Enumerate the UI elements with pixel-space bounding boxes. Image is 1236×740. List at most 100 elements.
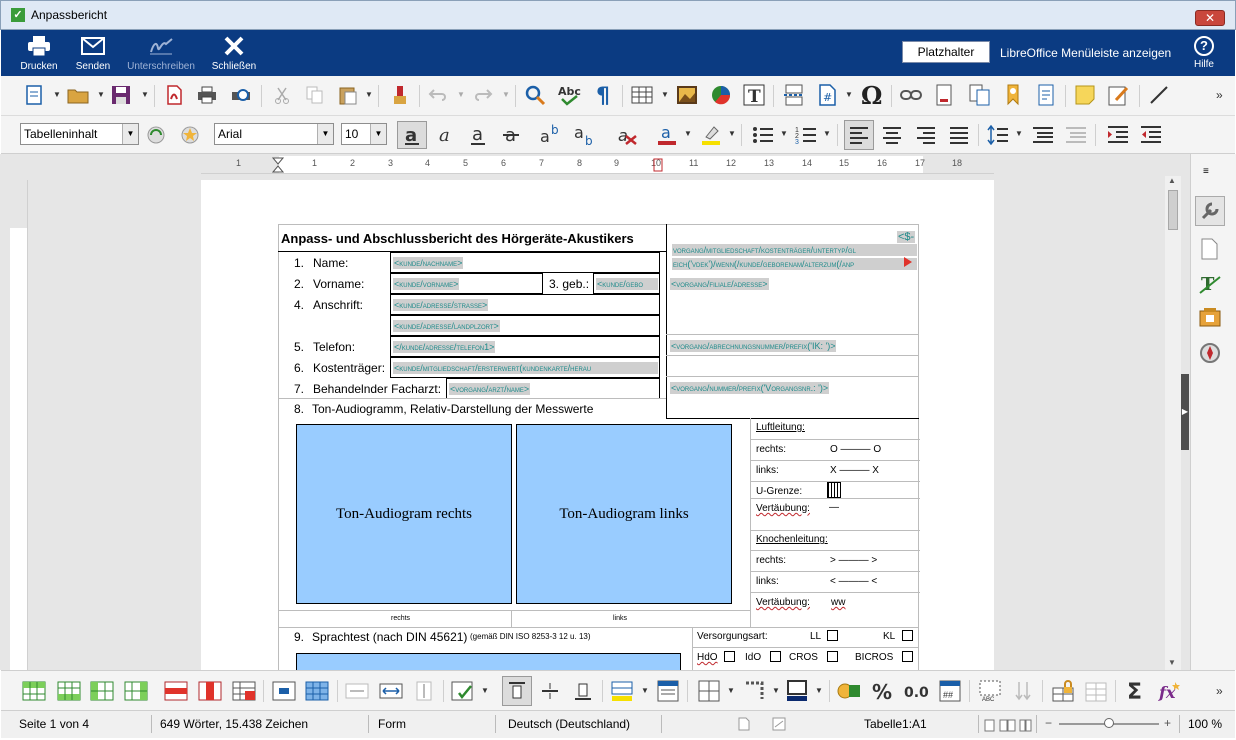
align-bottom-button[interactable] xyxy=(570,678,596,704)
chevron-down-icon[interactable]: ▼ xyxy=(317,124,333,144)
select-cell-icon[interactable] xyxy=(271,678,297,704)
template-field[interactable]: <kunde/mitgliedschaft/ersterwert(kundenk… xyxy=(393,362,658,374)
number-format-dialog-icon[interactable]: ## xyxy=(937,678,963,704)
digital-signature-icon[interactable] xyxy=(772,717,786,731)
supply-cros-checkbox[interactable] xyxy=(827,651,838,662)
scroll-up-arrow-icon[interactable]: ▲ xyxy=(1168,176,1176,185)
increase-paragraph-spacing-icon[interactable] xyxy=(1030,122,1056,148)
template-field[interactable]: <kunde/vorname> xyxy=(393,278,460,290)
audiogram-right-placeholder[interactable]: Ton-Audiogram rechts xyxy=(296,424,512,604)
comment-page-icon[interactable] xyxy=(1033,82,1059,108)
select-table-icon[interactable] xyxy=(304,678,330,704)
speech-test-placeholder[interactable] xyxy=(296,653,681,670)
underline-button[interactable]: a xyxy=(465,122,491,148)
align-center-button[interactable] xyxy=(879,122,905,148)
highlight-color-icon[interactable] xyxy=(698,122,724,148)
font-name-combo[interactable]: Arial ▼ xyxy=(214,123,334,145)
scroll-down-arrow-icon[interactable]: ▼ xyxy=(1168,658,1176,667)
template-field[interactable]: <kunde/adresse/landplzort> xyxy=(393,320,500,332)
insert-comment-note-icon[interactable] xyxy=(1072,82,1098,108)
border-color-icon[interactable] xyxy=(784,678,810,704)
borders-icon[interactable] xyxy=(696,678,722,704)
vertical-scrollbar[interactable]: ▲ ▼ xyxy=(1165,176,1181,670)
protect-table-lock-icon[interactable] xyxy=(1050,678,1076,704)
bullet-list-icon[interactable] xyxy=(750,122,776,148)
formatting-marks-pilcrow-icon[interactable]: ¶ xyxy=(590,82,616,108)
bold-button[interactable]: a xyxy=(397,121,427,149)
number-format-percent-icon[interactable]: % xyxy=(869,678,895,704)
borders-dropdown-arrow-icon[interactable]: ▼ xyxy=(727,686,735,695)
paste-clipboard-icon[interactable] xyxy=(335,82,361,108)
chevron-down-icon[interactable]: ▼ xyxy=(370,124,386,144)
protect-cells-icon[interactable] xyxy=(450,678,476,704)
template-field[interactable]: <kunde/gebo xyxy=(596,278,658,290)
template-field[interactable]: </kunde/adresse/telefon1> xyxy=(393,341,496,353)
special-character-omega-icon[interactable]: Ω xyxy=(858,82,884,108)
ruler-indent-marker-icon[interactable] xyxy=(271,157,285,173)
clone-formatting-brush-icon[interactable] xyxy=(387,82,413,108)
table-toolbar-overflow-chevron-icon[interactable]: » xyxy=(1216,684,1223,698)
font-color-icon[interactable]: a xyxy=(654,122,680,148)
template-field[interactable]: <vorgang/abrechnungsnummer/prefix('IK: '… xyxy=(670,340,837,352)
undo-dropdown-arrow-icon[interactable]: ▼ xyxy=(457,90,465,99)
delete-columns-icon[interactable] xyxy=(197,678,223,704)
table-dropdown-arrow-icon[interactable]: ▼ xyxy=(661,90,669,99)
redo-dropdown-arrow-icon[interactable]: ▼ xyxy=(502,90,510,99)
navigator-compass-icon[interactable] xyxy=(1199,342,1221,364)
sum-sigma-icon[interactable]: Σ xyxy=(1123,678,1149,704)
delete-table-icon[interactable] xyxy=(231,678,257,704)
show-menu-link[interactable]: LibreOffice Menüleiste anzeigen xyxy=(1000,46,1171,60)
background-color-dropdown-arrow-icon[interactable]: ▼ xyxy=(641,686,649,695)
table-cell-background-color-icon[interactable] xyxy=(609,678,635,704)
cross-reference-icon[interactable] xyxy=(966,82,992,108)
superscript-button[interactable]: ab xyxy=(538,122,564,148)
bookmark-icon[interactable] xyxy=(1000,82,1026,108)
track-changes-icon[interactable] xyxy=(1106,82,1132,108)
help-button[interactable]: ? Hilfe xyxy=(1189,36,1219,70)
sidebar-collapse-handle[interactable]: ▶ xyxy=(1181,374,1189,450)
decrease-paragraph-spacing-icon[interactable] xyxy=(1063,122,1089,148)
status-page-style[interactable]: Form xyxy=(378,717,406,731)
insert-chart-icon[interactable] xyxy=(708,82,734,108)
bullet-dropdown-arrow-icon[interactable]: ▼ xyxy=(780,129,788,138)
paste-dropdown-arrow-icon[interactable]: ▼ xyxy=(365,90,373,99)
cut-scissors-icon[interactable] xyxy=(269,82,295,108)
template-field[interactable]: <kunde/nachname> xyxy=(393,257,464,269)
horizontal-ruler[interactable]: 1 1 2 3 4 5 6 7 8 9 10 11 12 13 14 15 16… xyxy=(201,156,994,174)
styles-icon[interactable]: T xyxy=(1199,272,1221,295)
export-pdf-icon[interactable] xyxy=(161,82,187,108)
unprotect-table-icon[interactable] xyxy=(1083,678,1109,704)
insert-field-icon[interactable]: # xyxy=(814,82,840,108)
find-replace-icon[interactable] xyxy=(522,82,548,108)
redo-icon[interactable] xyxy=(470,82,496,108)
paragraph-style-combo[interactable]: Tabelleninhalt ▼ xyxy=(20,123,139,145)
insert-page-break-icon[interactable] xyxy=(781,82,807,108)
properties-wrench-icon[interactable] xyxy=(1195,196,1225,226)
zoom-slider-thumb[interactable] xyxy=(1104,718,1114,728)
scrollbar-thumb[interactable] xyxy=(1168,190,1178,230)
open-folder-icon[interactable] xyxy=(65,82,91,108)
clear-formatting-icon[interactable]: a xyxy=(614,122,640,148)
new-document-icon[interactable] xyxy=(21,82,47,108)
status-word-count[interactable]: 649 Wörter, 15.438 Zeichen xyxy=(160,717,308,731)
insert-textbox-icon[interactable]: T xyxy=(741,82,767,108)
insert-rows-above-icon[interactable] xyxy=(21,678,47,704)
supply-hdo-checkbox[interactable] xyxy=(724,651,735,662)
insert-columns-before-icon[interactable] xyxy=(89,678,115,704)
document-page[interactable]: Anpass- und Abschlussbericht des Hörgerä… xyxy=(201,180,994,670)
spelling-abc-icon[interactable]: Abc xyxy=(556,82,582,108)
merge-cells-icon[interactable] xyxy=(344,678,370,704)
open-dropdown-arrow-icon[interactable]: ▼ xyxy=(97,90,105,99)
justify-button[interactable] xyxy=(946,122,972,148)
numbered-list-icon[interactable]: 123 xyxy=(793,122,819,148)
print-button[interactable]: Drucken xyxy=(11,34,67,72)
autoformat-table-icon[interactable]: ABC xyxy=(977,678,1003,704)
font-color-dropdown-arrow-icon[interactable]: ▼ xyxy=(684,129,692,138)
status-zoom-level[interactable]: 100 % xyxy=(1188,717,1222,731)
line-spacing-icon[interactable] xyxy=(985,122,1011,148)
insert-formula-fx-icon[interactable]: fx xyxy=(1156,678,1182,704)
zoom-in-icon[interactable]: + xyxy=(1164,716,1171,730)
template-field[interactable]: eich('vdek')/wenn(/kunde/geborenam/alter… xyxy=(672,258,917,270)
template-field[interactable]: <vorgang/filiale/adresse> xyxy=(670,278,769,290)
undo-icon[interactable] xyxy=(425,82,451,108)
